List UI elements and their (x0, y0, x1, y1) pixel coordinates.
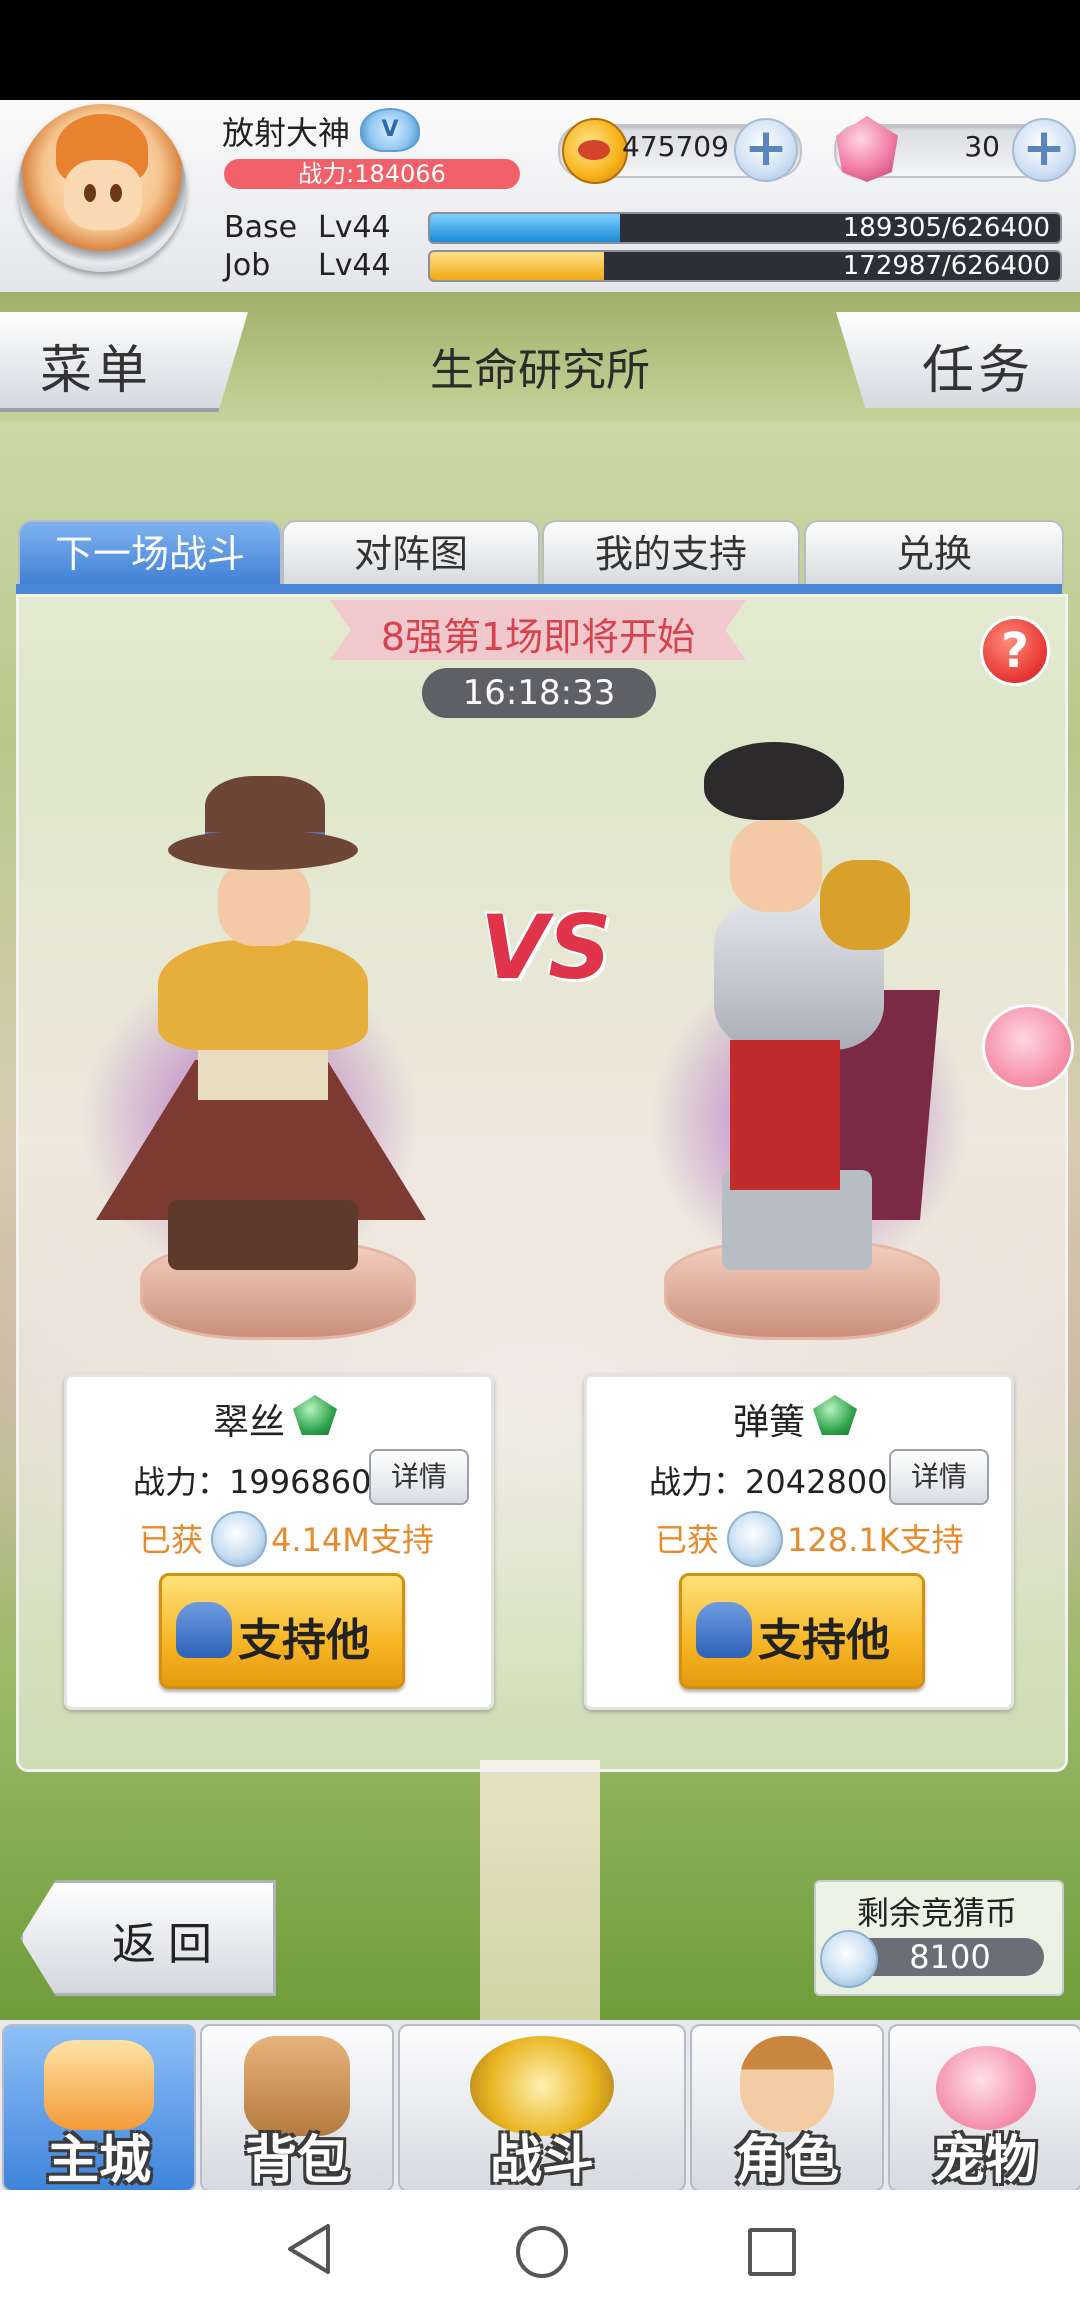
support-amount: 128.1K支持 (787, 1521, 964, 1559)
base-level: Lv44 (318, 210, 391, 245)
contestant-power: 战力：2042800 (649, 1463, 888, 1501)
rank-gem-icon (293, 1395, 337, 1435)
support-button-label: 支持他 (758, 1615, 890, 1666)
nav-main-city-label: 主城 (46, 2131, 151, 2191)
task-button-label: 任务 (922, 341, 1035, 401)
job-exp-fill (430, 252, 604, 280)
match-banner-text: 8强第1场即将开始 (380, 615, 696, 659)
nav-pet-label: 宠物 (932, 2131, 1037, 2191)
tab-underline (16, 584, 1062, 594)
bet-coin-icon (727, 1511, 783, 1567)
menu-button-label: 菜单 (40, 341, 153, 401)
contestant-name: 弹簧 (733, 1402, 806, 1443)
castle-icon (44, 2040, 154, 2130)
left-character-cape (158, 940, 368, 1050)
avatar-eye (84, 184, 96, 202)
add-gem-button[interactable]: + (1012, 118, 1076, 182)
nav-character[interactable]: 角色 (690, 2024, 884, 2192)
thumbs-up-icon (696, 1602, 752, 1658)
back-button-label: 返回 (112, 1919, 224, 1970)
tab-my-support[interactable]: 我的支持 (542, 520, 800, 586)
avatar-face (64, 160, 142, 230)
support-received-label: 已获 (655, 1521, 720, 1559)
nav-battle[interactable]: 战斗 (398, 2024, 686, 2192)
page-title: 生命研究所 (430, 345, 650, 396)
poring-float-icon[interactable] (982, 1004, 1074, 1090)
avatar-eye (110, 184, 122, 202)
nav-pet[interactable]: 宠物 (888, 2024, 1080, 2192)
right-character-face (730, 820, 822, 912)
tab-next-battle[interactable]: 下一场战斗 (18, 520, 282, 586)
nav-character-label: 角色 (734, 2131, 839, 2191)
player-name: 放射大神 (222, 114, 351, 152)
base-exp-fill (430, 214, 621, 242)
thumbs-up-icon (176, 1602, 232, 1658)
job-exp-text: 172987/626400 (842, 251, 1050, 281)
left-character-face (218, 860, 310, 946)
contestant-card-right: 弹簧 战力：2042800 详情 已获 128.1K支持 支持他 (584, 1374, 1014, 1710)
support-button-label: 支持他 (238, 1615, 370, 1666)
black-cat-hat (704, 742, 844, 820)
match-timer: 16:18:33 (422, 668, 656, 718)
bet-coin-icon (211, 1511, 267, 1567)
system-back-icon[interactable] (284, 2222, 334, 2276)
add-gold-button[interactable]: + (734, 118, 798, 182)
status-bar (0, 0, 1080, 100)
remaining-coins-title: 剩余竞猜币 (856, 1894, 1017, 1932)
support-button[interactable]: 支持他 (679, 1573, 925, 1689)
nav-backpack[interactable]: 背包 (200, 2024, 394, 2192)
bet-coin-icon (820, 1930, 878, 1988)
right-character-tabard (730, 1040, 840, 1190)
job-label: Job (224, 248, 271, 283)
contestant-power: 战力：1996860 (133, 1463, 372, 1501)
nav-main-city[interactable]: 主城 (2, 2024, 196, 2192)
tab-exchange[interactable]: 兑换 (804, 520, 1064, 586)
rank-gem-icon (813, 1395, 857, 1435)
nav-backpack-label: 背包 (244, 2131, 349, 2191)
job-level: Lv44 (318, 248, 391, 283)
detail-button[interactable]: 详情 (369, 1449, 469, 1505)
base-exp-text: 189305/626400 (842, 213, 1050, 243)
left-character-legs (168, 1200, 358, 1270)
left-character-hat-brim (168, 830, 358, 870)
nav-battle-label: 战斗 (489, 2131, 594, 2191)
vs-label: VS (480, 896, 612, 999)
detail-button[interactable]: 详情 (889, 1449, 989, 1505)
gold-coin-icon (562, 118, 628, 184)
system-home-icon[interactable] (516, 2226, 568, 2278)
gem-value: 30 (964, 130, 1000, 163)
contestant-name: 翠丝 (213, 1402, 286, 1443)
background-road (480, 1760, 600, 2020)
gold-value: 475709 (622, 130, 729, 163)
base-label: Base (224, 210, 298, 245)
player-power: 战力:184066 (224, 159, 520, 189)
remaining-coins-value: 8100 (909, 1938, 991, 1976)
support-received-label: 已获 (139, 1521, 204, 1559)
tab-bracket[interactable]: 对阵图 (282, 520, 540, 586)
contestant-card-left: 翠丝 战力：1996860 详情 已获 4.14M支持 支持他 (64, 1374, 494, 1710)
vip-badge-icon: V (360, 108, 420, 152)
support-button[interactable]: 支持他 (159, 1573, 405, 1689)
help-button[interactable]: ? (980, 616, 1050, 686)
right-character-shoulder (820, 860, 910, 950)
system-recents-icon[interactable] (748, 2228, 796, 2276)
support-amount: 4.14M支持 (271, 1521, 434, 1559)
